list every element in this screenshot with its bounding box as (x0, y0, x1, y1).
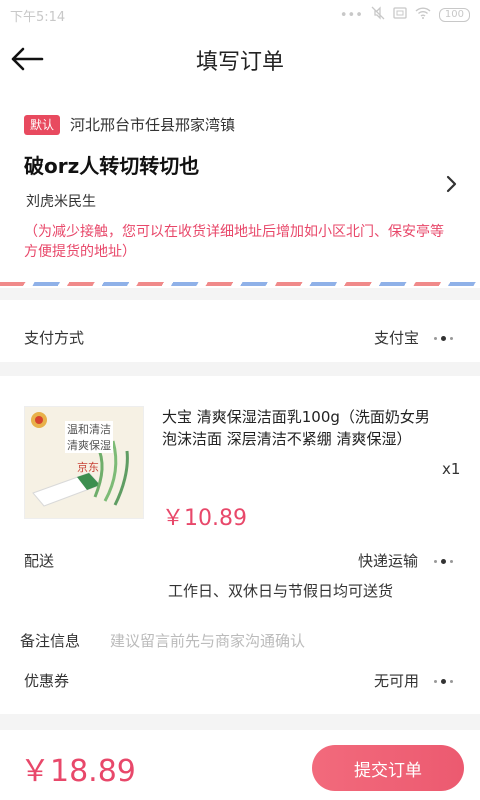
delivery-label: 配送 (24, 552, 55, 570)
product-quantity: x1 (442, 460, 461, 478)
airmail-divider (0, 282, 480, 286)
default-badge: 默认 (24, 115, 61, 135)
coupon-row[interactable]: 优惠券 无可用 (0, 660, 480, 696)
sim-icon (393, 7, 407, 23)
more-dots-icon (434, 556, 458, 566)
coupon-label: 优惠券 (24, 672, 70, 690)
delivery-row[interactable]: 配送 快递运输 (0, 540, 480, 576)
payment-value: 支付宝 (374, 329, 420, 347)
address-tip: （为减少接触，您可以在收货详细地址后增加如小区北门、保安亭等方便提货的地址） (24, 224, 444, 260)
product-name[interactable]: 大宝 清爽保湿洁面乳100g（洗面奶女男 泡沫洁面 深层清洁不紧绷 清爽保湿） (162, 406, 438, 450)
battery-icon: 100 (438, 8, 470, 22)
product-image-caption-1: 温和清洁 (65, 421, 113, 437)
status-time: 下午5:14 (10, 9, 66, 25)
delivery-note: 工作日、双休日与节假日均可送货 (168, 582, 394, 600)
order-total: ￥18.89 (20, 754, 136, 789)
chevron-right-icon[interactable] (442, 172, 462, 196)
mute-icon (371, 6, 385, 24)
order-card: 温和清洁 清爽保湿 京东 大宝 清爽保湿洁面乳100g（洗面奶女男 泡沫洁面 深… (0, 376, 480, 714)
wifi-icon (415, 7, 431, 23)
more-dots-icon (434, 676, 458, 686)
submit-order-button[interactable]: 提交订单 (312, 745, 464, 791)
receiver-name: 刘虎米民生 (26, 194, 96, 210)
more-dots-icon (434, 333, 458, 343)
address-region: 河北邢台市任县邢家湾镇 (70, 116, 236, 134)
remark-input[interactable] (110, 630, 450, 652)
page-title: 填写订单 (195, 50, 284, 75)
checkout-bar: ￥18.89 提交订单 (0, 730, 480, 800)
address-card[interactable]: 默认 河北邢台市任县邢家湾镇 破orz人转切转切也 刘虎米民生 （为减少接触，您… (0, 88, 480, 288)
status-bar: 下午5:14 ••• 100 (0, 0, 480, 30)
delivery-value: 快递运输 (358, 552, 419, 570)
product-image[interactable]: 温和清洁 清爽保湿 京东 (24, 406, 144, 519)
product-image-watermark: 京东 (77, 461, 99, 474)
coupon-value: 无可用 (374, 672, 420, 690)
header: 填写订单 (0, 30, 480, 88)
remark-label: 备注信息 (20, 632, 81, 650)
product-image-caption-2: 清爽保湿 (65, 437, 113, 453)
product-price: ￥10.89 (162, 506, 247, 531)
dots-icon: ••• (339, 7, 363, 23)
payment-row[interactable]: 支付方式 支付宝 (0, 300, 480, 362)
payment-label: 支付方式 (24, 329, 85, 347)
address-detail: 破orz人转切转切也 (24, 154, 200, 178)
status-icons: ••• 100 (340, 6, 470, 24)
